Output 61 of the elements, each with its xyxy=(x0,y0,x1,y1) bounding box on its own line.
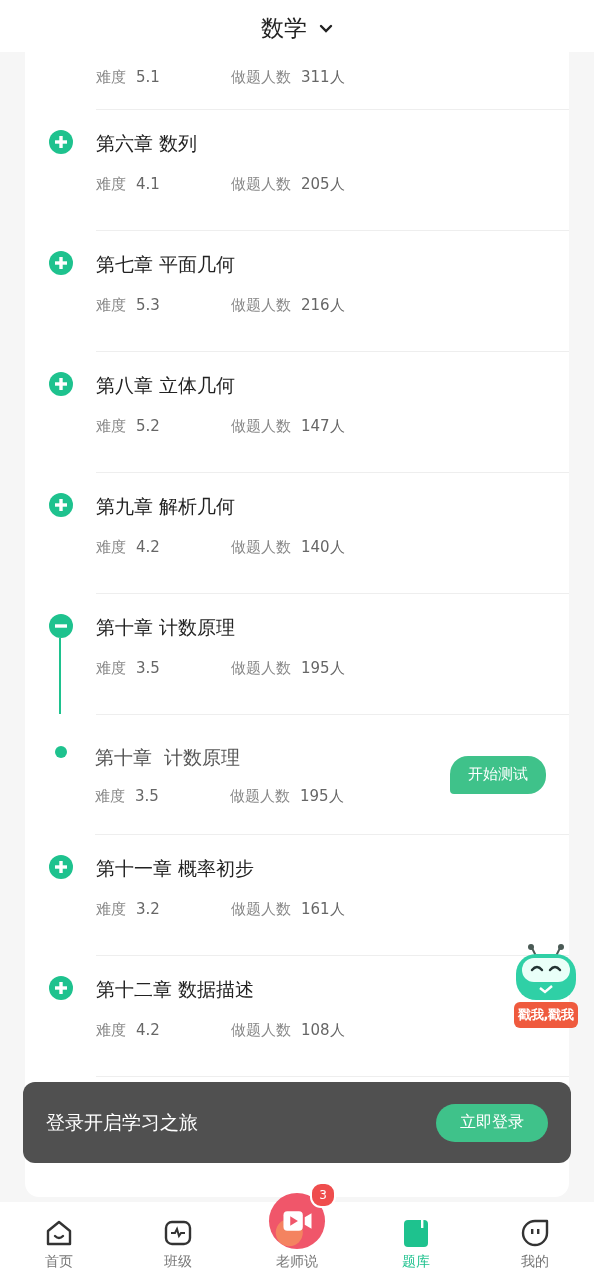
section-title: 第十章 计数原理 xyxy=(95,744,241,770)
attempts-count: 108人 xyxy=(301,1020,345,1040)
chapter-title[interactable]: 第九章 解析几何 xyxy=(96,493,236,519)
difficulty-value: 4.2 xyxy=(136,537,161,557)
difficulty-label: 难度 xyxy=(96,67,126,87)
expand-icon[interactable] xyxy=(48,372,73,396)
attempts-count: 195人 xyxy=(300,785,344,806)
chapter-title[interactable]: 第八章 立体几何 xyxy=(96,372,236,398)
difficulty-label: 难度 xyxy=(96,899,126,919)
difficulty-label: 难度 xyxy=(96,537,126,557)
attempts-label: 做题人数 xyxy=(231,67,291,87)
chapter-title[interactable]: 第十二章 数据描述 xyxy=(96,976,255,1002)
chapter-title[interactable]: 第十章 计数原理 xyxy=(96,614,236,640)
attempts-count: 216人 xyxy=(301,295,345,315)
difficulty-value: 3.2 xyxy=(136,899,161,919)
attempts-count: 147人 xyxy=(301,416,345,436)
nav-tab[interactable]: 班级 xyxy=(119,1218,238,1280)
difficulty-value: 3.5 xyxy=(136,658,161,678)
difficulty-label: 难度 xyxy=(96,416,126,436)
difficulty-label: 难度 xyxy=(96,658,126,678)
attempts-label: 做题人数 xyxy=(231,174,291,194)
attempts-count: 140人 xyxy=(301,537,345,557)
timeline-dot xyxy=(54,746,67,758)
attempts-label: 做题人数 xyxy=(231,537,291,557)
difficulty-label: 难度 xyxy=(96,295,126,315)
attempts-label: 做题人数 xyxy=(231,416,291,436)
difficulty-value: 4.1 xyxy=(136,174,161,194)
expand-icon[interactable] xyxy=(48,493,73,517)
difficulty-label: 难度 xyxy=(96,174,126,194)
nav-tab[interactable]: 我的 xyxy=(475,1218,594,1280)
collapse-icon[interactable] xyxy=(48,614,73,638)
difficulty-label: 难度 xyxy=(96,1020,126,1040)
chevron-down-icon[interactable] xyxy=(319,24,333,34)
chapter-title[interactable]: 第六章 数列 xyxy=(96,130,198,156)
nav-tab[interactable]: 首页 xyxy=(0,1218,119,1280)
expand-icon[interactable] xyxy=(48,855,73,879)
difficulty-value: 5.3 xyxy=(136,295,161,315)
difficulty-value: 5.2 xyxy=(136,416,161,436)
face-icon[interactable] xyxy=(519,1218,550,1248)
pulse-icon[interactable] xyxy=(163,1218,194,1248)
difficulty-value: 4.2 xyxy=(136,1020,161,1040)
video-camera-icon[interactable] xyxy=(268,1192,326,1250)
chapter-title[interactable]: 第七章 平面几何 xyxy=(96,251,236,277)
chapter-title[interactable]: 第十一章 概率初步 xyxy=(96,855,255,881)
difficulty-value: 3.5 xyxy=(135,785,160,806)
attempts-label: 做题人数 xyxy=(231,658,291,678)
page-title[interactable]: 数学 xyxy=(261,12,307,44)
difficulty-label: 难度 xyxy=(95,785,125,806)
attempts-label: 做题人数 xyxy=(231,1020,291,1040)
expand-icon[interactable] xyxy=(48,976,73,1000)
difficulty-value: 5.1 xyxy=(136,67,161,87)
toast-message: 登录开启学习之旅 xyxy=(46,1109,198,1135)
attempts-count: 195人 xyxy=(301,658,345,678)
attempts-label: 做题人数 xyxy=(230,785,290,806)
attempts-count: 161人 xyxy=(301,899,345,919)
attempts-label: 做题人数 xyxy=(231,295,291,315)
expand-icon[interactable] xyxy=(48,251,73,275)
attempts-count: 205人 xyxy=(301,174,345,194)
expand-icon[interactable] xyxy=(48,130,73,154)
attempts-label: 做题人数 xyxy=(231,899,291,919)
attempts-count: 311人 xyxy=(301,67,345,87)
